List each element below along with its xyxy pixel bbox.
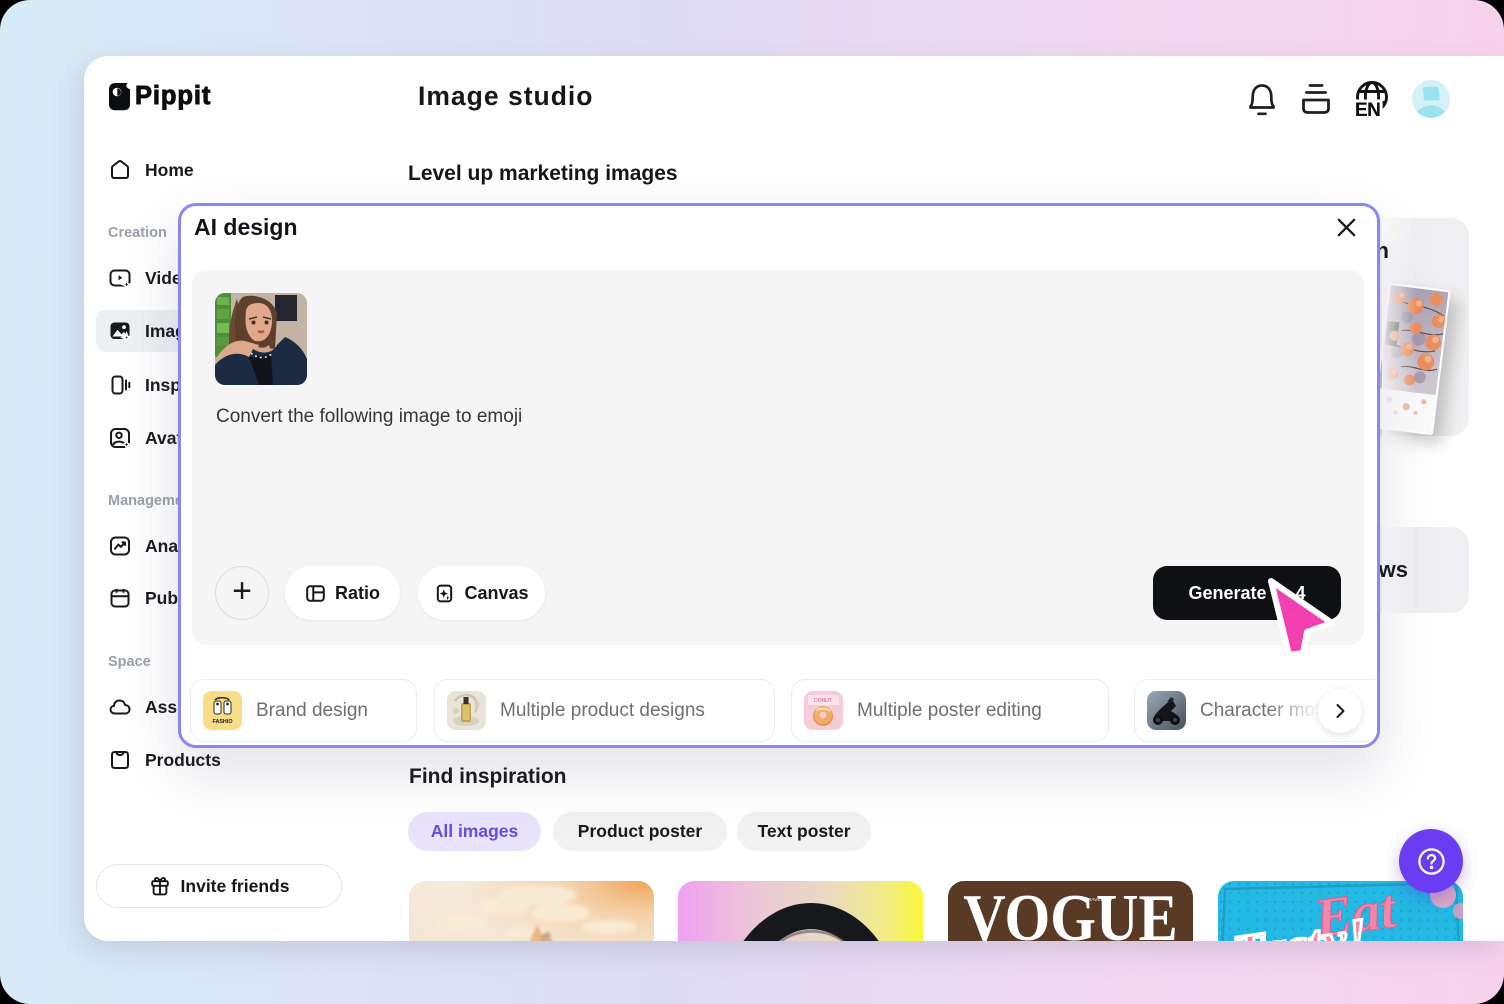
svg-text:DONUT: DONUT [814, 698, 832, 704]
svg-text:EN: EN [1355, 100, 1380, 121]
svg-text:FASHIO: FASHIO [212, 719, 232, 725]
